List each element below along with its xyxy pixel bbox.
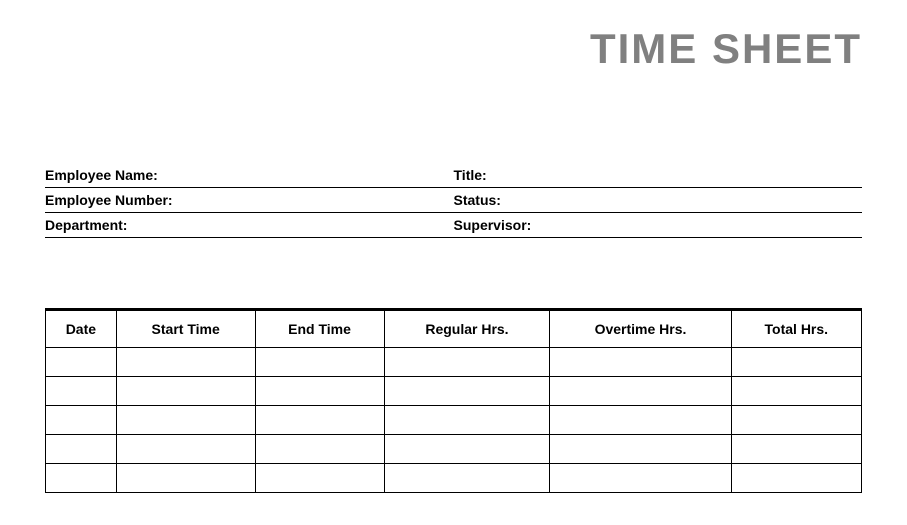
cell bbox=[384, 406, 550, 435]
table-row bbox=[46, 406, 862, 435]
cell bbox=[116, 348, 255, 377]
cell bbox=[46, 348, 117, 377]
cell bbox=[731, 348, 861, 377]
info-row: Employee Number: Status: bbox=[45, 188, 862, 213]
regular-hrs-header: Regular Hrs. bbox=[384, 310, 550, 348]
cell bbox=[46, 406, 117, 435]
cell bbox=[255, 464, 384, 493]
table-row bbox=[46, 377, 862, 406]
document-title: TIME SHEET bbox=[45, 25, 862, 73]
table-row bbox=[46, 464, 862, 493]
cell bbox=[255, 348, 384, 377]
cell bbox=[384, 377, 550, 406]
cell bbox=[384, 348, 550, 377]
cell bbox=[550, 406, 731, 435]
cell bbox=[46, 464, 117, 493]
table-row bbox=[46, 348, 862, 377]
end-time-header: End Time bbox=[255, 310, 384, 348]
cell bbox=[550, 377, 731, 406]
cell bbox=[255, 406, 384, 435]
cell bbox=[384, 435, 550, 464]
cell bbox=[116, 406, 255, 435]
cell bbox=[550, 464, 731, 493]
info-row: Employee Name: Title: bbox=[45, 163, 862, 188]
cell bbox=[731, 435, 861, 464]
timesheet-table: Date Start Time End Time Regular Hrs. Ov… bbox=[45, 308, 862, 493]
employee-info-section: Employee Name: Title: Employee Number: S… bbox=[45, 163, 862, 238]
table-header-row: Date Start Time End Time Regular Hrs. Ov… bbox=[46, 310, 862, 348]
cell bbox=[46, 377, 117, 406]
cell bbox=[384, 464, 550, 493]
cell bbox=[550, 348, 731, 377]
date-header: Date bbox=[46, 310, 117, 348]
table-row bbox=[46, 435, 862, 464]
status-label: Status: bbox=[454, 192, 863, 208]
supervisor-label: Supervisor: bbox=[454, 217, 863, 233]
cell bbox=[116, 377, 255, 406]
cell bbox=[46, 435, 117, 464]
cell bbox=[731, 377, 861, 406]
cell bbox=[116, 435, 255, 464]
title-label: Title: bbox=[454, 167, 863, 183]
overtime-hrs-header: Overtime Hrs. bbox=[550, 310, 731, 348]
cell bbox=[731, 406, 861, 435]
info-row: Department: Supervisor: bbox=[45, 213, 862, 238]
total-hrs-header: Total Hrs. bbox=[731, 310, 861, 348]
cell bbox=[255, 377, 384, 406]
department-label: Department: bbox=[45, 217, 454, 233]
employee-number-label: Employee Number: bbox=[45, 192, 454, 208]
cell bbox=[550, 435, 731, 464]
timesheet-table-section: Date Start Time End Time Regular Hrs. Ov… bbox=[45, 308, 862, 493]
cell bbox=[255, 435, 384, 464]
timesheet-body bbox=[46, 348, 862, 493]
employee-name-label: Employee Name: bbox=[45, 167, 454, 183]
cell bbox=[116, 464, 255, 493]
start-time-header: Start Time bbox=[116, 310, 255, 348]
cell bbox=[731, 464, 861, 493]
